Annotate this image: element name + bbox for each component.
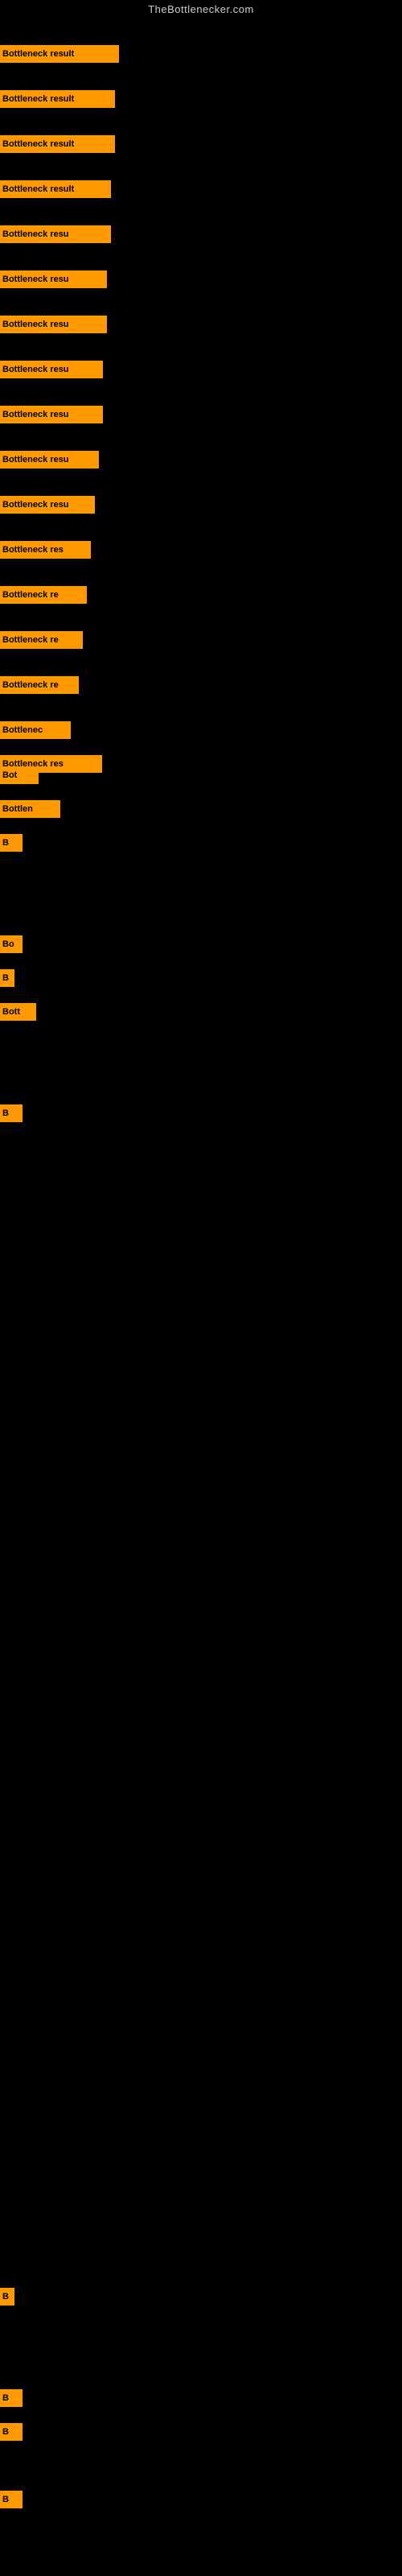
bottleneck-bar-9: Bottleneck resu bbox=[0, 451, 99, 469]
bottleneck-label-22: Bo bbox=[2, 939, 14, 949]
bottleneck-label-0: Bottleneck result bbox=[2, 49, 74, 59]
bottleneck-bar-12: Bottleneck re bbox=[0, 586, 87, 604]
bottleneck-label-8: Bottleneck resu bbox=[2, 410, 69, 419]
bottleneck-label-13: Bottleneck re bbox=[2, 635, 59, 645]
bottleneck-label-17: Bot bbox=[2, 770, 17, 780]
bottleneck-label-4: Bottleneck resu bbox=[2, 229, 69, 239]
bottleneck-label-65: B bbox=[2, 2393, 9, 2403]
bottleneck-label-12: Bottleneck re bbox=[2, 590, 59, 600]
bottleneck-label-15: Bottlenec bbox=[2, 725, 43, 735]
bottleneck-bar-17: Bot bbox=[0, 766, 39, 784]
bottleneck-bar-2: Bottleneck result bbox=[0, 135, 115, 153]
bottleneck-label-14: Bottleneck re bbox=[2, 680, 59, 690]
bottleneck-label-11: Bottleneck res bbox=[2, 545, 64, 555]
bottleneck-bar-5: Bottleneck resu bbox=[0, 270, 107, 288]
bottleneck-bar-65: B bbox=[0, 2389, 23, 2407]
bottleneck-label-62: B bbox=[2, 2292, 9, 2301]
bottleneck-label-66: B bbox=[2, 2427, 9, 2437]
bottleneck-label-1: Bottleneck result bbox=[2, 94, 74, 104]
bottleneck-bar-15: Bottlenec bbox=[0, 721, 71, 739]
bottleneck-bar-6: Bottleneck resu bbox=[0, 316, 107, 333]
bottleneck-bar-24: Bott bbox=[0, 1003, 36, 1021]
bottleneck-label-19: B bbox=[2, 838, 9, 848]
bottleneck-label-24: Bott bbox=[2, 1007, 20, 1017]
bottleneck-label-5: Bottleneck resu bbox=[2, 275, 69, 284]
bottleneck-bar-22: Bo bbox=[0, 935, 23, 953]
bottleneck-bar-10: Bottleneck resu bbox=[0, 496, 95, 514]
bottleneck-label-6: Bottleneck resu bbox=[2, 320, 69, 329]
bottleneck-label-27: B bbox=[2, 1108, 9, 1118]
bottleneck-bar-4: Bottleneck resu bbox=[0, 225, 111, 243]
bottleneck-bar-8: Bottleneck resu bbox=[0, 406, 103, 423]
bottleneck-bar-27: B bbox=[0, 1104, 23, 1122]
bottleneck-bar-7: Bottleneck resu bbox=[0, 361, 103, 378]
bottleneck-bar-0: Bottleneck result bbox=[0, 45, 119, 63]
bottleneck-label-9: Bottleneck resu bbox=[2, 455, 69, 464]
bottleneck-bar-13: Bottleneck re bbox=[0, 631, 83, 649]
bottleneck-bar-68: B bbox=[0, 2491, 23, 2508]
bottleneck-bar-19: B bbox=[0, 834, 23, 852]
bottleneck-label-10: Bottleneck resu bbox=[2, 500, 69, 510]
bottleneck-bar-18: Bottlen bbox=[0, 800, 60, 818]
bottleneck-bar-11: Bottleneck res bbox=[0, 541, 91, 559]
bottleneck-label-68: B bbox=[2, 2495, 9, 2504]
bottleneck-bar-14: Bottleneck re bbox=[0, 676, 79, 694]
bottleneck-bar-66: B bbox=[0, 2423, 23, 2441]
bottleneck-label-2: Bottleneck result bbox=[2, 139, 74, 149]
bottleneck-bar-3: Bottleneck result bbox=[0, 180, 111, 198]
bottleneck-label-23: B bbox=[2, 973, 9, 983]
bottleneck-label-18: Bottlen bbox=[2, 804, 33, 814]
bottleneck-bar-1: Bottleneck result bbox=[0, 90, 115, 108]
bottleneck-bar-23: B bbox=[0, 969, 14, 987]
bottleneck-bar-62: B bbox=[0, 2288, 14, 2306]
bottleneck-label-7: Bottleneck resu bbox=[2, 365, 69, 374]
bottleneck-label-3: Bottleneck result bbox=[2, 184, 74, 194]
site-title: TheBottlenecker.com bbox=[0, 0, 402, 20]
